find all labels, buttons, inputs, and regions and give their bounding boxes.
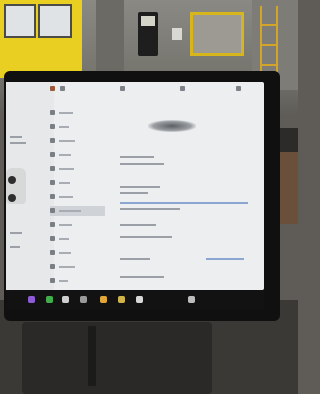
status-icon	[120, 86, 125, 91]
info-text	[120, 163, 164, 165]
app-icon[interactable]	[136, 296, 143, 303]
menu-item[interactable]	[50, 248, 105, 258]
status-icon	[236, 86, 241, 91]
menu-item[interactable]	[50, 192, 105, 202]
wall-vent	[172, 28, 182, 40]
info-text	[120, 208, 180, 210]
profile-icon[interactable]	[50, 86, 55, 91]
menu-item[interactable]	[50, 108, 105, 118]
info-text	[120, 224, 156, 226]
info-text	[120, 258, 150, 260]
info-text	[120, 236, 172, 238]
menu-item[interactable]	[50, 220, 105, 230]
ladder-rung	[260, 44, 278, 46]
app-icon[interactable]	[80, 296, 87, 303]
music-icon[interactable]	[62, 296, 69, 303]
menu-item[interactable]	[50, 150, 105, 160]
menu-item[interactable]	[50, 178, 105, 188]
app-icon[interactable]	[100, 296, 107, 303]
phone-icon[interactable]	[46, 296, 53, 303]
menu-item-selected[interactable]	[50, 206, 105, 216]
status-text	[10, 142, 26, 144]
info-text	[120, 192, 148, 194]
status-icon	[180, 86, 185, 91]
menu-item[interactable]	[50, 164, 105, 174]
taskbar	[6, 290, 264, 310]
info-text	[120, 156, 154, 158]
yellow-frame	[190, 12, 244, 56]
media-icon[interactable]	[28, 296, 35, 303]
door-window	[38, 4, 72, 38]
wheel-icon	[8, 176, 16, 184]
app-icon[interactable]	[118, 296, 125, 303]
status-text	[10, 232, 22, 234]
info-text	[120, 276, 164, 278]
ladder	[260, 6, 278, 80]
wheel-icon	[8, 194, 16, 202]
info-link[interactable]	[120, 202, 248, 204]
menu-item[interactable]	[50, 234, 105, 244]
menu-item[interactable]	[50, 276, 105, 286]
status-text	[10, 246, 20, 248]
console-slot	[88, 326, 96, 386]
ladder-rung	[260, 24, 278, 26]
car-model-image	[148, 120, 196, 132]
menu-item[interactable]	[50, 136, 105, 146]
volume-icon[interactable]	[188, 296, 195, 303]
info-link[interactable]	[206, 258, 244, 260]
door-window	[4, 4, 36, 38]
wall-panel-screen	[141, 16, 155, 26]
status-text	[10, 136, 22, 138]
info-text	[120, 186, 160, 188]
status-bar	[46, 84, 264, 96]
status-icon	[60, 86, 65, 91]
center-console	[22, 322, 212, 394]
ladder-rung	[260, 64, 278, 66]
menu-item[interactable]	[50, 122, 105, 132]
menu-item[interactable]	[50, 262, 105, 272]
